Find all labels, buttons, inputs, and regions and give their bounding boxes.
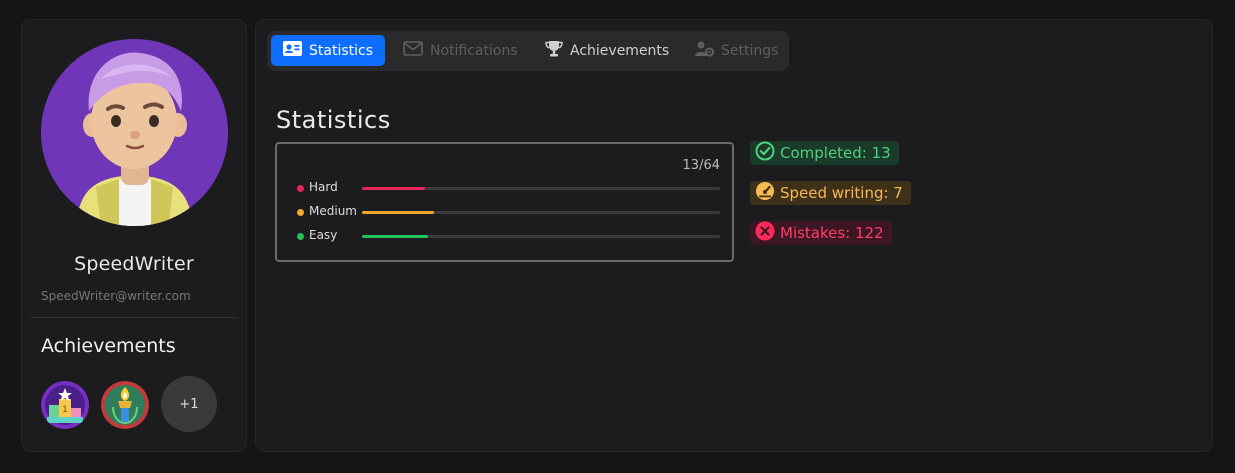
row-label: Easy	[309, 228, 338, 242]
tab-label: Achievements	[570, 42, 670, 59]
main-panel: Statistics Notifications Achievements Se…	[255, 19, 1213, 452]
tab-settings[interactable]: Settings	[683, 35, 790, 66]
tab-label: Settings	[721, 42, 779, 59]
tab-bar: Statistics Notifications Achievements Se…	[267, 31, 789, 71]
progress-track	[362, 235, 720, 238]
x-circle-icon	[755, 221, 775, 245]
progress-track	[362, 211, 720, 214]
difficulty-stats-panel: 13/64 Hard Medium Easy	[275, 142, 734, 262]
divider	[30, 317, 238, 318]
achievements-title: Achievements	[41, 335, 176, 357]
user-gear-icon	[695, 41, 715, 61]
easy-dot	[297, 233, 304, 240]
user-email: SpeedWriter@writer.com	[41, 289, 191, 303]
tab-notifications[interactable]: Notifications	[391, 35, 530, 66]
svg-text:1: 1	[62, 405, 68, 415]
row-label: Hard	[309, 180, 338, 194]
progress-fill-easy	[362, 235, 429, 238]
speed-writing-text: Speed writing: 7	[780, 184, 903, 202]
completion-count: 13/64	[682, 158, 720, 173]
tab-label: Notifications	[430, 42, 518, 59]
speed-writing-badge: Speed writing: 7	[750, 181, 911, 205]
progress-track	[362, 187, 720, 190]
podium-badge[interactable]: 1	[41, 381, 89, 429]
section-title: Statistics	[276, 106, 391, 134]
username: SpeedWriter	[74, 253, 194, 275]
trophy-icon	[545, 40, 563, 61]
check-circle-icon	[755, 141, 775, 165]
tab-achievements[interactable]: Achievements	[533, 35, 681, 66]
tab-statistics[interactable]: Statistics	[271, 35, 385, 66]
mistakes-text: Mistakes: 122	[780, 224, 884, 242]
torch-badge[interactable]	[101, 381, 149, 429]
more-badges-button[interactable]: +1	[161, 376, 217, 432]
row-label: Medium	[309, 204, 357, 218]
medium-dot	[297, 209, 304, 216]
progress-fill-medium	[362, 211, 434, 214]
profile-card: SpeedWriter SpeedWriter@writer.com Achie…	[21, 19, 247, 452]
progress-fill-hard	[362, 187, 425, 190]
tab-label: Statistics	[309, 42, 373, 59]
mistakes-badge: Mistakes: 122	[750, 221, 892, 245]
completed-badge: Completed: 13	[750, 141, 899, 165]
id-card-icon	[283, 41, 302, 60]
completed-text: Completed: 13	[780, 144, 891, 162]
envelope-icon	[403, 41, 423, 60]
speedometer-icon	[755, 181, 775, 205]
avatar	[41, 39, 228, 226]
hard-dot	[297, 185, 304, 192]
